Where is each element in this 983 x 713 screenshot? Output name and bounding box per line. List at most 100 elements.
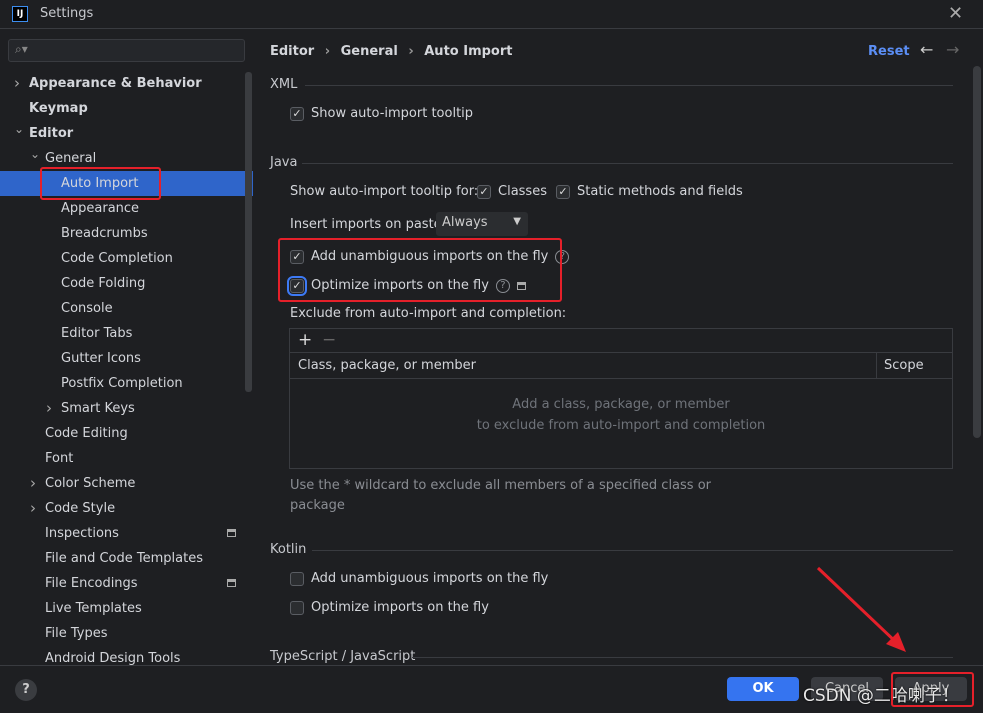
content-scrollbar[interactable] [973,66,981,438]
exclude-label: Exclude from auto-import and completion: [290,306,567,321]
sidebar-item-color-scheme[interactable]: › Color Scheme [0,471,253,496]
sidebar-item-gutter-icons[interactable]: Gutter Icons [0,346,253,371]
sidebar-item-label: Smart Keys [61,401,135,416]
checkbox-label: Show auto-import tooltip [311,106,474,121]
sidebar-item-label: Console [61,301,113,316]
highlight-box [278,238,562,302]
ok-button[interactable]: OK [727,677,799,701]
static-methods-checkbox[interactable]: ✓ Static methods and fields [556,184,743,199]
checkbox-label: Static methods and fields [577,184,743,199]
sidebar-item-file-and-code-templates[interactable]: File and Code Templates [0,546,253,571]
remove-icon[interactable]: − [322,330,336,350]
wildcard-hint: Use the * wildcard to exclude all member… [290,476,711,516]
breadcrumb-general[interactable]: General [341,44,398,59]
settings-search-input[interactable]: ⌕▾ [8,39,245,62]
chevron-right-icon[interactable]: › [46,396,52,421]
sidebar-item-label: Code Completion [61,251,173,266]
sidebar-scrollbar[interactable] [245,72,252,392]
reset-link[interactable]: Reset [868,44,910,59]
sidebar-item-editor-tabs[interactable]: Editor Tabs [0,321,253,346]
breadcrumb-editor[interactable]: Editor [270,44,314,59]
xml-show-tooltip-checkbox[interactable]: ✓ Show auto-import tooltip [290,106,473,121]
classes-checkbox[interactable]: ✓ Classes [477,184,547,199]
sidebar-item-postfix-completion[interactable]: Postfix Completion [0,371,253,396]
sidebar-item-label: File Types [45,626,108,641]
column-header-scope[interactable]: Scope [876,353,924,378]
sidebar-item-breadcrumbs[interactable]: Breadcrumbs [0,221,253,246]
exclude-table: + − Class, package, or member Scope Add … [289,328,953,469]
sidebar-item-label: Editor Tabs [61,326,133,341]
chevron-right-icon[interactable]: › [30,471,36,496]
sidebar-item-code-completion[interactable]: Code Completion [0,246,253,271]
help-button[interactable]: ? [15,679,37,701]
project-scope-icon [227,579,236,587]
sidebar-item-label: Font [45,451,74,466]
empty-text: Add a class, package, or member [512,397,730,412]
breadcrumb: Editor › General › Auto Import [270,44,512,59]
title-bar [0,0,983,29]
sidebar-item-label: Inspections [45,526,119,541]
checkbox-icon: ✓ [477,184,491,199]
checkbox-icon [290,571,304,586]
sidebar-item-label: Code Folding [61,276,146,291]
chevron-down-icon[interactable]: ⌄ [30,142,40,167]
sidebar-item-label: Gutter Icons [61,351,141,366]
sidebar-item-label: Appearance & Behavior [29,76,202,91]
table-header: Class, package, or member Scope [290,353,952,379]
sidebar-item-label: File and Code Templates [45,551,203,566]
breadcrumb-auto-import: Auto Import [424,44,513,59]
sidebar-item-console[interactable]: Console [0,296,253,321]
sidebar-item-font[interactable]: Font [0,446,253,471]
sidebar-item-smart-keys[interactable]: › Smart Keys [0,396,253,421]
chevron-down-icon[interactable]: ⌄ [14,117,24,142]
checkbox-icon: ✓ [290,106,304,121]
project-scope-icon [227,529,236,537]
sidebar-item-code-style[interactable]: › Code Style [0,496,253,521]
sidebar-item-code-editing[interactable]: Code Editing [0,421,253,446]
sidebar-item-label: Code Style [45,501,116,516]
close-icon[interactable]: ✕ [948,3,963,24]
sidebar-item-code-folding[interactable]: Code Folding [0,271,253,296]
back-arrow-icon[interactable]: ← [920,40,933,59]
sidebar-item-label: Live Templates [45,601,142,616]
checkbox-label: Optimize imports on the fly [311,600,489,615]
add-icon[interactable]: + [298,330,312,350]
sidebar-item-file-types[interactable]: File Types [0,621,253,646]
sidebar-item-appearance-behavior[interactable]: › Appearance & Behavior [0,71,253,96]
checkbox-icon: ✓ [556,184,570,199]
forward-arrow-icon[interactable]: → [946,40,959,59]
sidebar-item-label: File Encodings [45,576,138,591]
empty-state: Add a class, package, or member to exclud… [290,394,952,436]
chevron-right-icon[interactable]: › [30,496,36,521]
sidebar-item-file-encodings[interactable]: File Encodings [0,571,253,596]
table-toolbar: + − [290,329,952,353]
sidebar-item-label: Postfix Completion [61,376,183,391]
xml-section-title: XML [270,77,298,92]
typescript-section-title: TypeScript / JavaScript [270,649,416,664]
sidebar-item-live-templates[interactable]: Live Templates [0,596,253,621]
divider [312,550,953,551]
kotlin-optimize-checkbox[interactable]: Optimize imports on the fly [290,600,489,615]
divider [302,163,953,164]
divider [305,85,953,86]
dropdown-value: Always [442,215,488,230]
sidebar-item-keymap[interactable]: Keymap [0,96,253,121]
kotlin-unambiguous-checkbox[interactable]: Add unambiguous imports on the fly [290,571,548,586]
insert-imports-dropdown[interactable]: Always ▼ [436,212,528,236]
red-arrow-annotation [816,566,906,652]
hint-line: Use the * wildcard to exclude all member… [290,478,712,493]
checkbox-label: Classes [498,184,547,199]
breadcrumb-separator: › [408,44,414,59]
chevron-down-icon: ▼ [513,216,521,227]
chevron-right-icon[interactable]: › [14,71,20,96]
sidebar-item-label: Keymap [29,101,88,116]
sidebar-item-inspections[interactable]: Inspections [0,521,253,546]
checkbox-label: Add unambiguous imports on the fly [311,571,549,586]
search-icon: ⌕▾ [15,42,28,56]
tooltip-for-label: Show auto-import tooltip for: [290,184,479,199]
breadcrumb-separator: › [324,44,331,59]
sidebar-item-label: Color Scheme [45,476,136,491]
column-header-class[interactable]: Class, package, or member [298,353,476,378]
sidebar-item-label: Code Editing [45,426,128,441]
highlight-box [891,672,974,707]
